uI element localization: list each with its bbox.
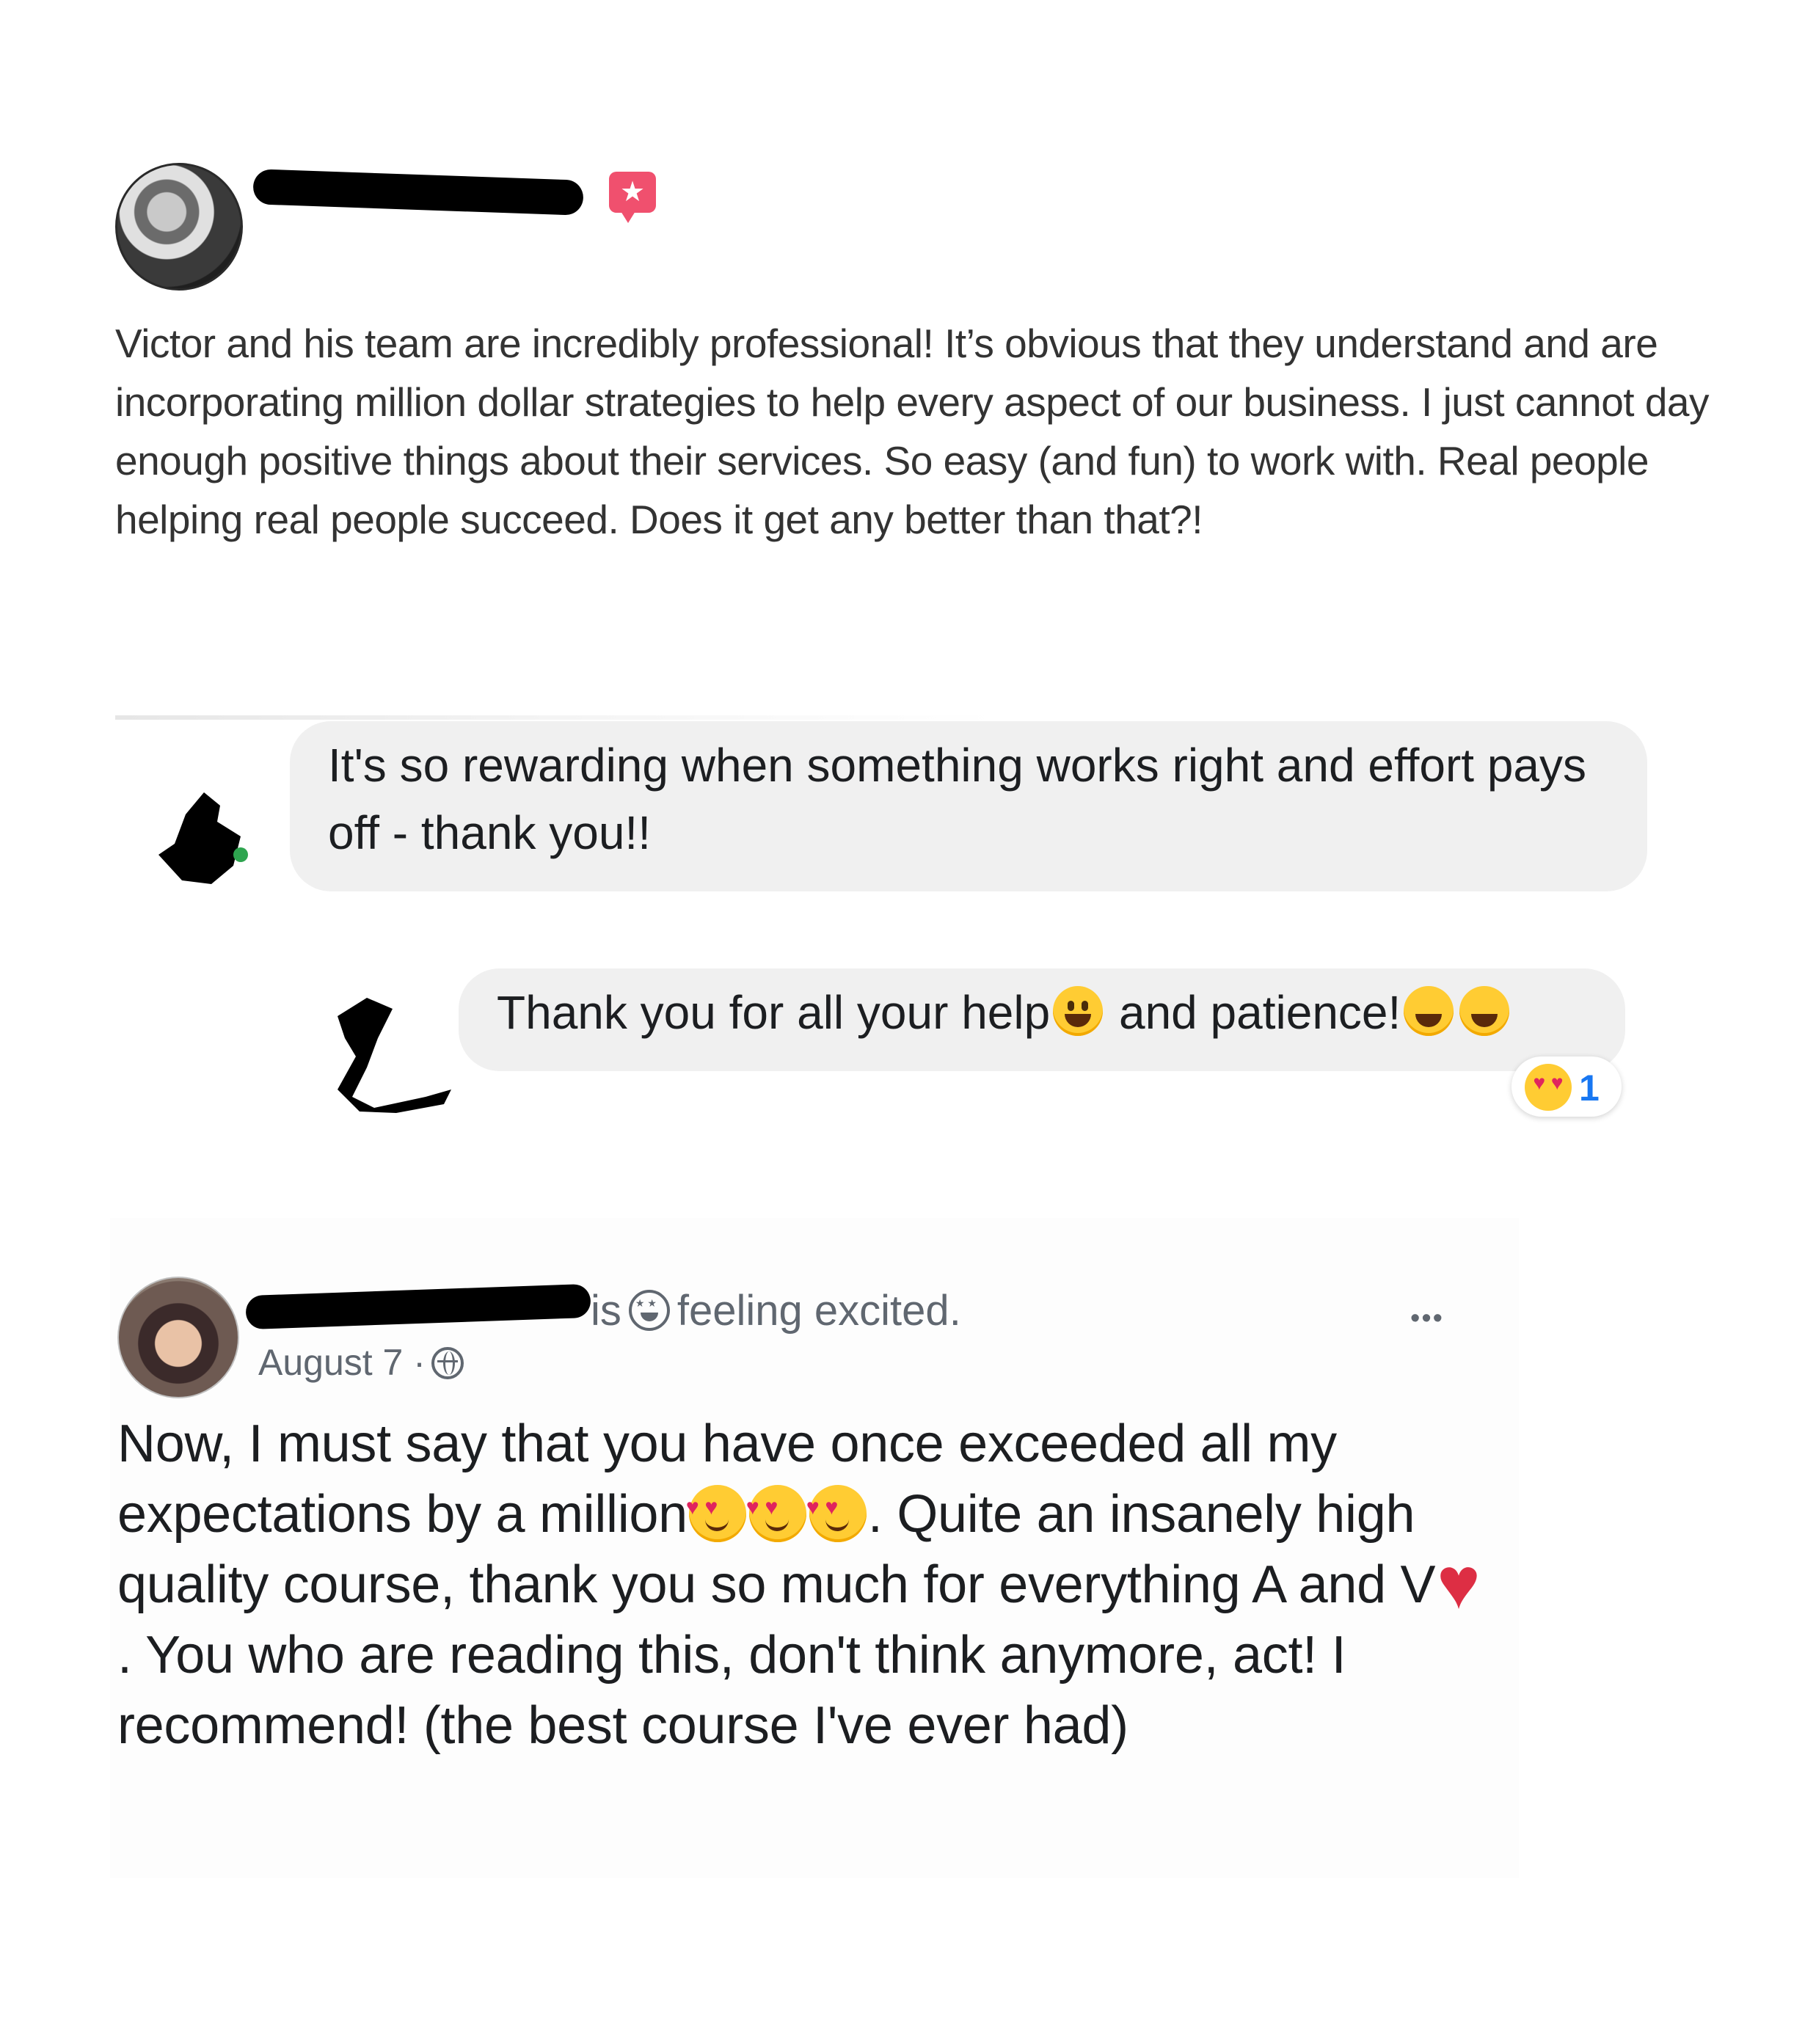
star-recommend-icon: ★ xyxy=(609,172,656,223)
heart-eyes-emoji-icon: ♥ ♥ xyxy=(1525,1064,1572,1111)
redacted-avatar xyxy=(158,792,248,884)
star-struck-emoji-icon xyxy=(628,1290,670,1331)
redacted-reviewer-name xyxy=(252,169,584,216)
chat-message-text: Thank you for all your help xyxy=(497,986,1051,1039)
sweat-smile-emoji-icon xyxy=(1459,986,1510,1036)
public-globe-icon xyxy=(431,1347,464,1379)
smiling-face-with-hearts-icon xyxy=(686,1485,746,1542)
red-heart-icon xyxy=(1437,1547,1492,1620)
feeling-text[interactable]: feeling excited. xyxy=(677,1287,961,1335)
poster-avatar[interactable] xyxy=(117,1277,239,1398)
post-text: Now, I must say that you have once excee… xyxy=(117,1409,1497,1761)
post-date[interactable]: August 7 · xyxy=(258,1342,426,1383)
smiling-face-with-hearts-icon xyxy=(746,1485,806,1542)
post-text-part: . You who are reading this, don't think … xyxy=(117,1626,1346,1755)
post-timestamp[interactable]: August 7 · xyxy=(258,1337,464,1387)
chat-message-bubble[interactable]: It's so rewarding when something works r… xyxy=(290,721,1647,891)
redacted-avatar xyxy=(338,998,451,1113)
post-feeling-status: is feeling excited. xyxy=(591,1284,961,1338)
reaction-count: 1 xyxy=(1579,1067,1600,1109)
grinning-emoji-icon xyxy=(1053,986,1104,1036)
chat-message-text: and patience! xyxy=(1106,986,1401,1039)
laughing-emoji-icon xyxy=(1404,986,1454,1036)
review-text: Victor and his team are incredibly profe… xyxy=(115,321,1710,542)
chat-message-bubble[interactable]: Thank you for all your help and patience… xyxy=(459,968,1625,1071)
status-is-text: is xyxy=(591,1287,621,1335)
more-options-button[interactable]: ••• xyxy=(1398,1302,1456,1335)
smiling-face-with-hearts-icon xyxy=(806,1485,867,1542)
divider xyxy=(115,715,996,720)
reviewer-avatar[interactable] xyxy=(115,163,243,291)
